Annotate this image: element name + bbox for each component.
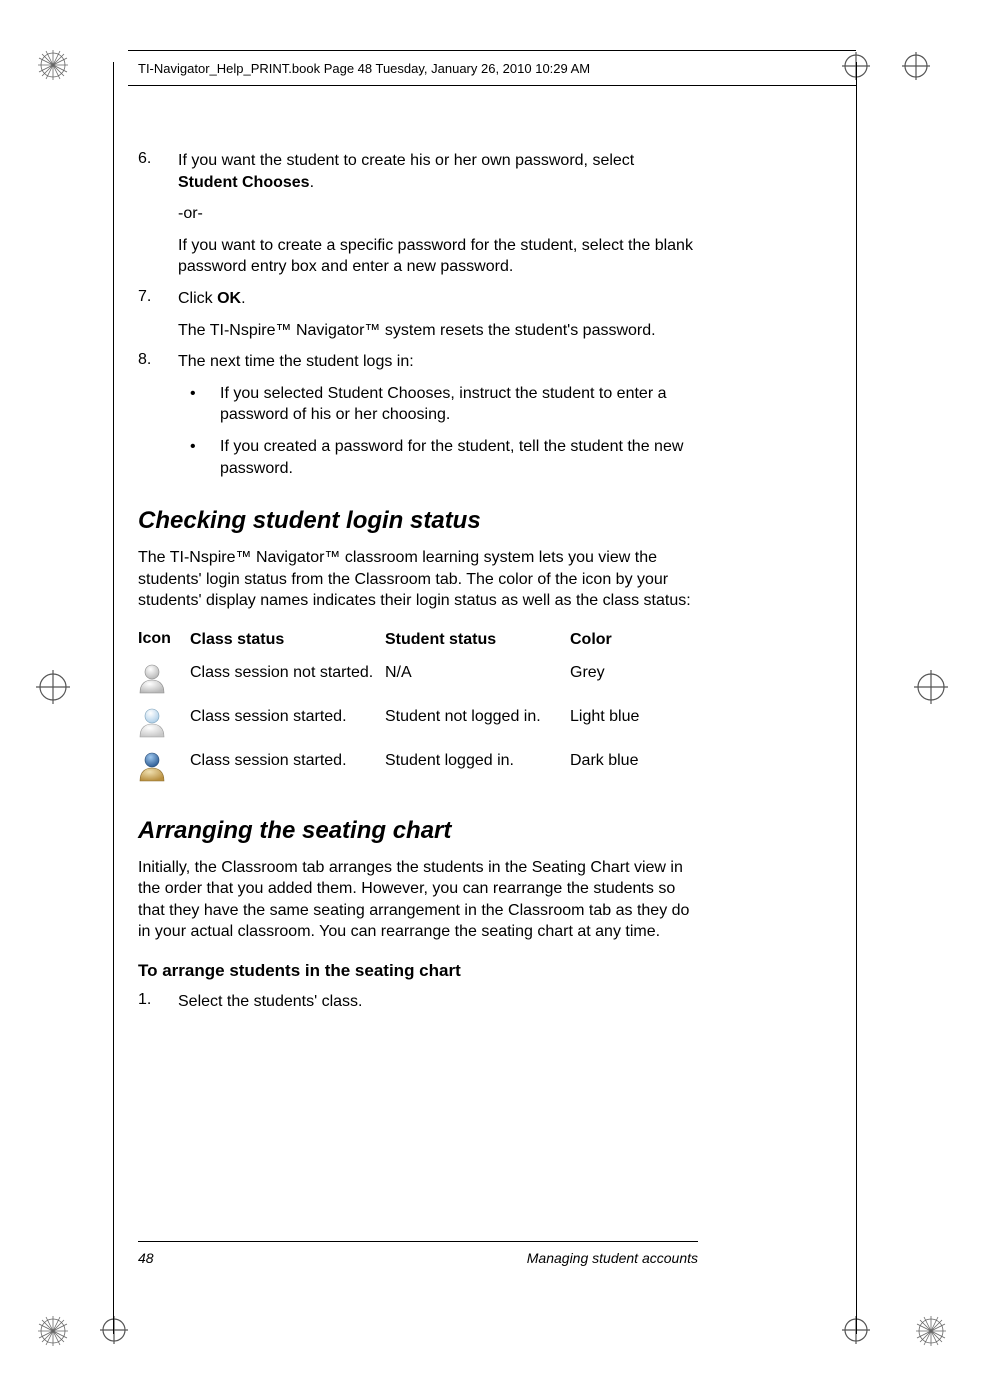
table-row: Class session started. Student logged in… bbox=[138, 745, 698, 789]
step-7-number: 7. bbox=[138, 288, 178, 341]
print-header-text: TI-Navigator_Help_PRINT.book Page 48 Tue… bbox=[128, 61, 590, 76]
step-7-body: Click OK. The TI-Nspire™ Navigator™ syst… bbox=[178, 288, 698, 341]
arrange-step-1-body: Select the students' class. bbox=[178, 991, 698, 1013]
person-icon-darkblue bbox=[138, 751, 190, 783]
subheading-arrange: To arrange students in the seating chart bbox=[138, 961, 698, 981]
para-arranging-chart: Initially, the Classroom tab arranges th… bbox=[138, 857, 698, 943]
td-class-3: Class session started. bbox=[190, 751, 385, 772]
table-row: Class session not started. N/A Grey bbox=[138, 657, 698, 701]
table-header-row: Icon Class status Student status Color bbox=[138, 624, 698, 657]
step-8-bullet-2-text: If you created a password for the studen… bbox=[220, 436, 698, 479]
th-icon: Icon bbox=[138, 630, 190, 648]
person-icon-lightblue bbox=[138, 707, 190, 739]
page-footer: 48 Managing student accounts bbox=[138, 1241, 698, 1266]
step-8-body-wrap: The next time the student logs in: • If … bbox=[178, 351, 698, 479]
crop-vertical-left bbox=[113, 62, 114, 1334]
crop-starburst-bottom-left bbox=[38, 1316, 68, 1346]
table-row: Class session started. Student not logge… bbox=[138, 701, 698, 745]
step-6: 6. If you want the student to create his… bbox=[138, 150, 698, 278]
step-8-bullet-1: • If you selected Student Chooses, instr… bbox=[178, 383, 698, 426]
step-6-text-bold: Student Chooses bbox=[178, 174, 310, 191]
arrange-step-1: 1. Select the students' class. bbox=[138, 991, 698, 1013]
step-7-text-suffix: . bbox=[241, 290, 245, 307]
heading-checking-status: Checking student login status bbox=[138, 507, 698, 535]
arrange-step-1-number: 1. bbox=[138, 991, 178, 1013]
bullet-icon: • bbox=[178, 383, 220, 426]
para-checking-status: The TI-Nspire™ Navigator™ classroom lear… bbox=[138, 547, 698, 612]
person-icon-grey bbox=[138, 663, 190, 695]
td-color-2: Light blue bbox=[570, 707, 680, 728]
step-8: 8. The next time the student logs in: • … bbox=[138, 351, 698, 479]
crop-mark-bottom-left-inner bbox=[100, 1316, 128, 1344]
footer-page-number: 48 bbox=[138, 1250, 154, 1266]
crop-mark-center-right bbox=[914, 670, 948, 704]
step-8-body: The next time the student logs in: bbox=[178, 353, 414, 370]
td-student-1: N/A bbox=[385, 663, 570, 684]
login-status-table: Icon Class status Student status Color C… bbox=[138, 624, 698, 789]
step-7-para2: The TI-Nspire™ Navigator™ system resets … bbox=[178, 320, 698, 342]
crop-starburst-bottom-right bbox=[916, 1316, 946, 1346]
step-8-bullet-1-text: If you selected Student Chooses, instruc… bbox=[220, 383, 698, 426]
crop-mark-center-left bbox=[36, 670, 70, 704]
step-8-number: 8. bbox=[138, 351, 178, 479]
step-6-or: -or- bbox=[178, 203, 698, 225]
page-content: 6. If you want the student to create his… bbox=[138, 150, 698, 1023]
step-7: 7. Click OK. The TI-Nspire™ Navigator™ s… bbox=[138, 288, 698, 341]
crop-mark-top-right-outer bbox=[902, 52, 930, 80]
th-student-status: Student status bbox=[385, 630, 570, 651]
step-8-bullet-2: • If you created a password for the stud… bbox=[178, 436, 698, 479]
heading-arranging-chart: Arranging the seating chart bbox=[138, 817, 698, 845]
td-class-1: Class session not started. bbox=[190, 663, 385, 684]
step-7-text-prefix: Click bbox=[178, 290, 217, 307]
footer-rule bbox=[138, 1241, 698, 1242]
step-6-text-suffix: . bbox=[310, 174, 314, 191]
bullet-icon: • bbox=[178, 436, 220, 479]
print-header-bar: TI-Navigator_Help_PRINT.book Page 48 Tue… bbox=[128, 50, 856, 86]
step-6-body: If you want the student to create his or… bbox=[178, 150, 698, 278]
td-color-3: Dark blue bbox=[570, 751, 680, 772]
footer-title: Managing student accounts bbox=[527, 1250, 698, 1266]
td-class-2: Class session started. bbox=[190, 707, 385, 728]
td-color-1: Grey bbox=[570, 663, 680, 684]
step-7-text-bold: OK bbox=[217, 290, 241, 307]
td-student-3: Student logged in. bbox=[385, 751, 570, 772]
step-6-text-prefix: If you want the student to create his or… bbox=[178, 152, 634, 169]
td-student-2: Student not logged in. bbox=[385, 707, 570, 728]
th-class-status: Class status bbox=[190, 630, 385, 651]
crop-starburst-top-left bbox=[38, 50, 68, 80]
th-color: Color bbox=[570, 630, 680, 651]
crop-vertical-right bbox=[856, 62, 857, 1334]
step-6-number: 6. bbox=[138, 150, 178, 278]
step-6-para2: If you want to create a specific passwor… bbox=[178, 235, 698, 278]
